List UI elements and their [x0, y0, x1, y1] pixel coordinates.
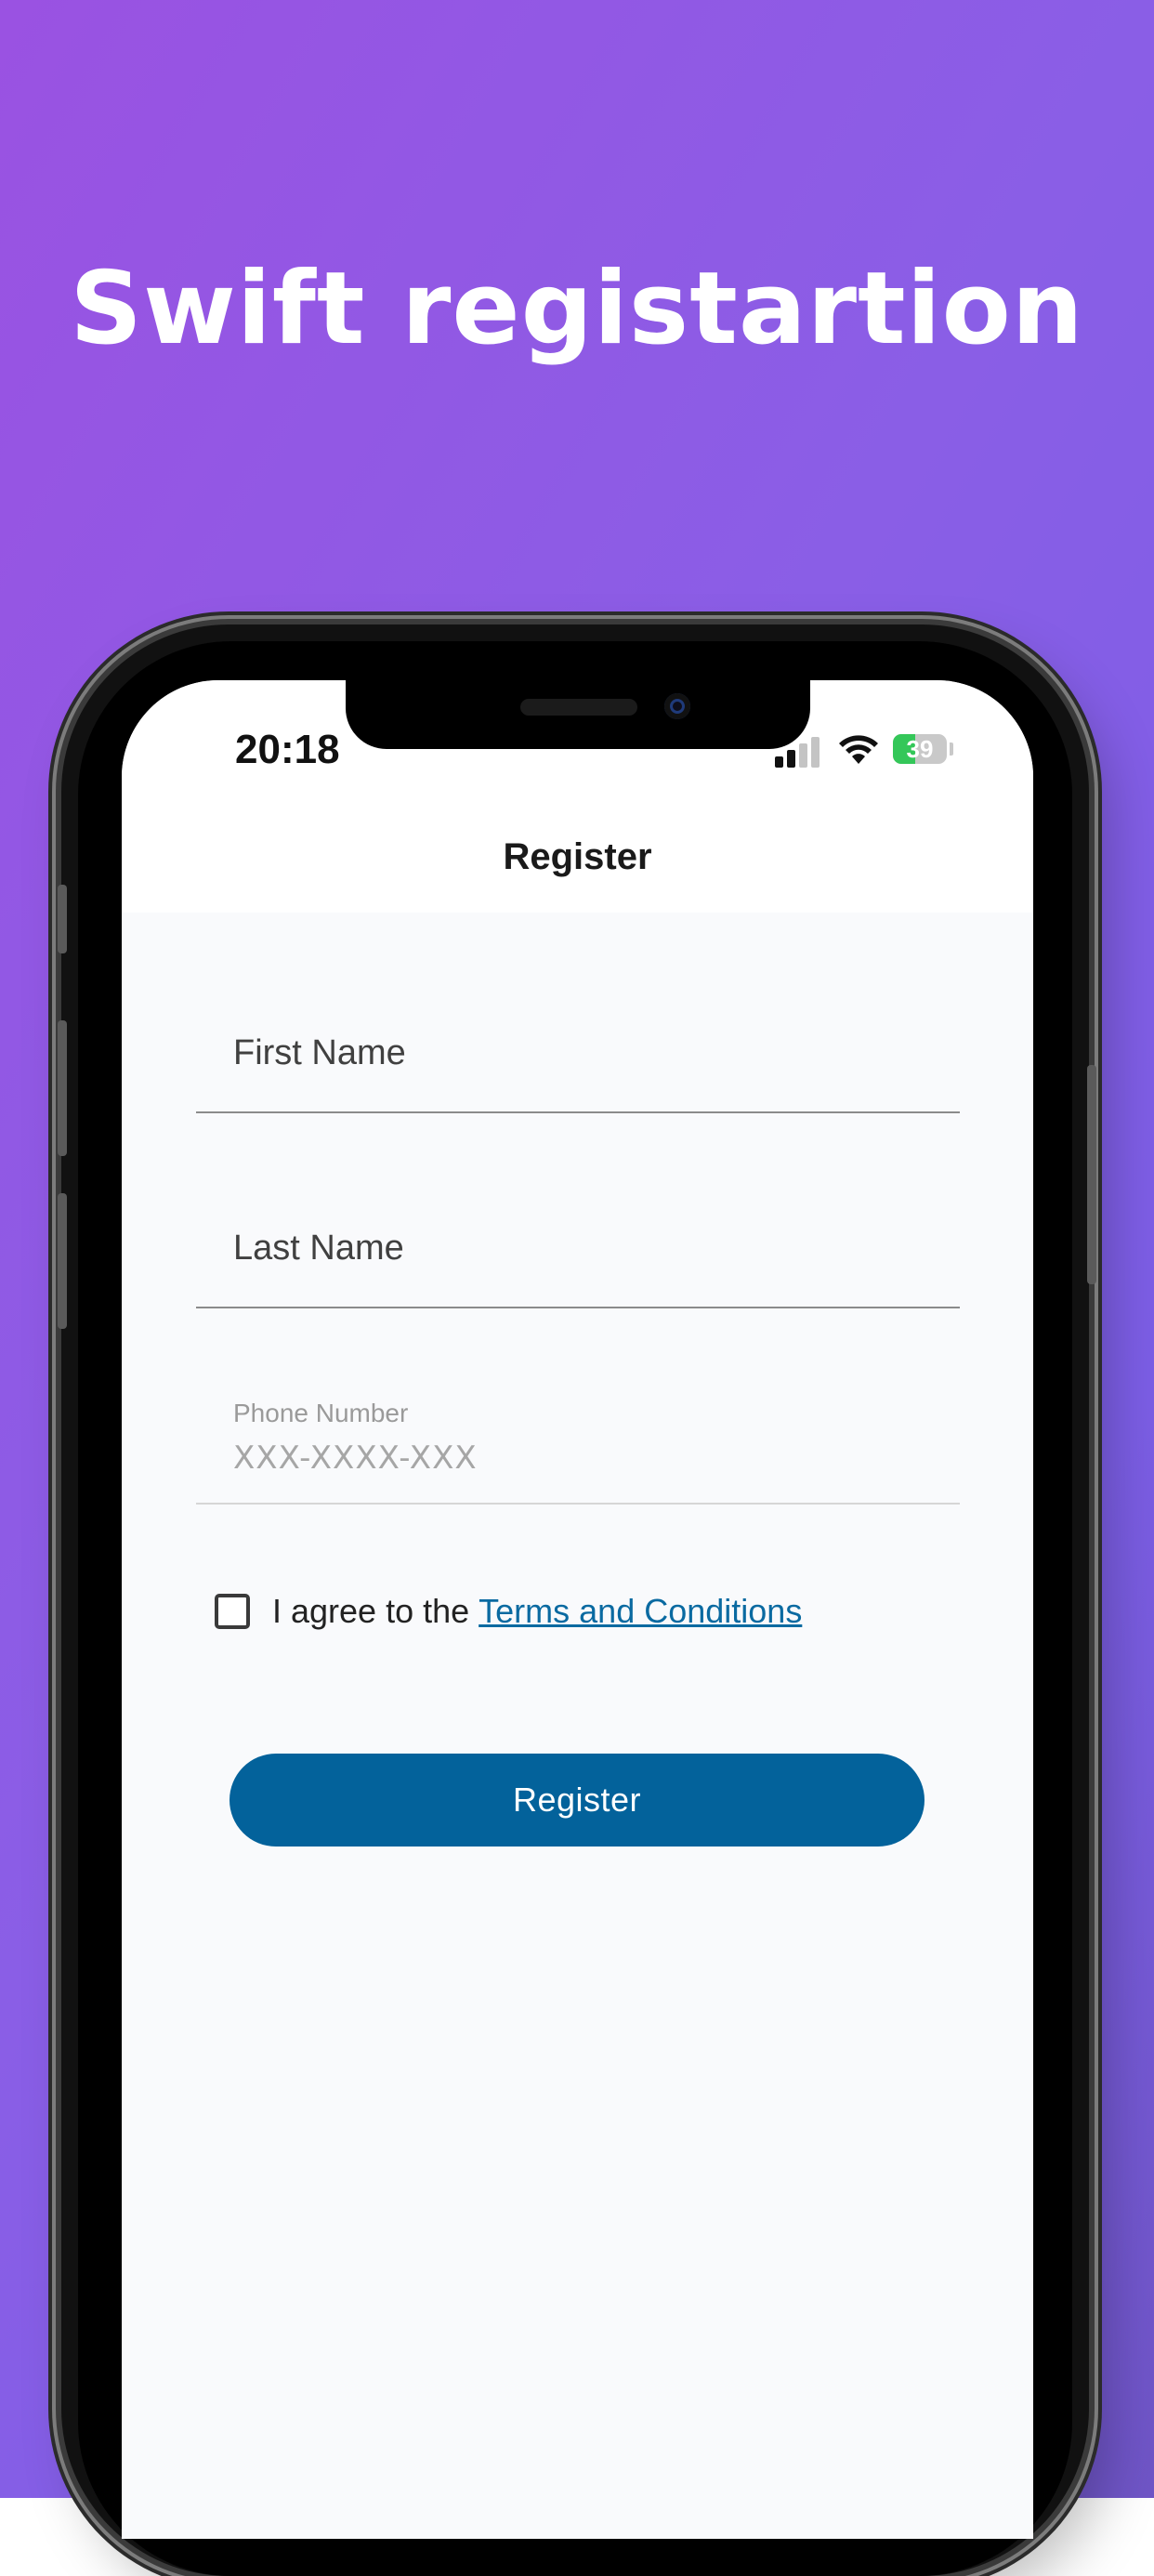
phone-volume-down [58, 1193, 67, 1329]
last-name-underline [196, 1307, 960, 1308]
app-screen: 20:18 39 Register First Name Last Name P… [122, 680, 1033, 2539]
last-name-label: Last Name [233, 1229, 404, 1268]
phone-number-label: Phone Number [233, 1399, 409, 1427]
battery-level: 39 [906, 735, 934, 763]
terms-checkbox[interactable] [215, 1594, 250, 1629]
phone-power-button [1087, 1065, 1096, 1284]
terms-link[interactable]: Terms and Conditions [479, 1592, 802, 1631]
battery-icon: 39 [893, 734, 947, 764]
terms-prefix: I agree to the [272, 1592, 470, 1630]
battery-tip [950, 743, 953, 756]
last-name-field[interactable]: Last Name [196, 1210, 960, 1308]
wifi-icon [837, 732, 880, 772]
first-name-field[interactable]: First Name [196, 1015, 960, 1113]
phone-silent-switch [58, 885, 67, 953]
page-title: Register [503, 836, 652, 877]
terms-row: I agree to the Terms and Conditions [215, 1589, 802, 1634]
register-button[interactable]: Register [229, 1754, 925, 1847]
phone-number-input[interactable] [233, 1439, 939, 1477]
phone-number-underline [196, 1503, 960, 1505]
status-time: 20:18 [235, 727, 340, 772]
promo-headline: Swift registartion [70, 251, 1084, 367]
first-name-label: First Name [233, 1033, 406, 1072]
phone-speaker [520, 699, 637, 716]
first-name-underline [196, 1111, 960, 1113]
phone-volume-up [58, 1020, 67, 1156]
phone-number-field[interactable]: Phone Number [196, 1399, 960, 1505]
front-camera [664, 693, 690, 719]
